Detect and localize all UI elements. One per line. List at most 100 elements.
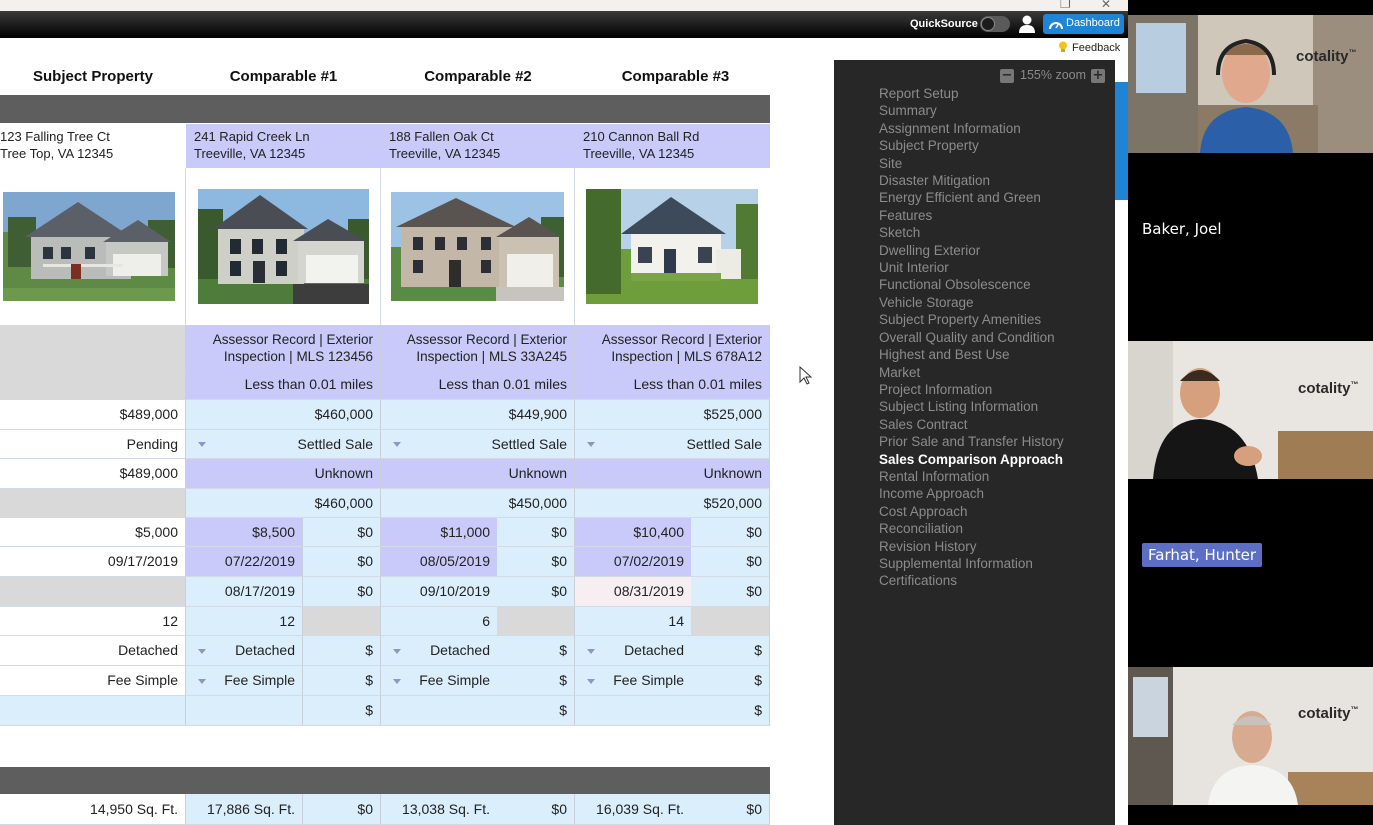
comp3-house-photo[interactable]	[586, 189, 758, 304]
feedback-link[interactable]: Feedback	[1058, 41, 1120, 54]
comp2-concessions[interactable]: $11,000	[381, 518, 498, 547]
nav-item-certifications[interactable]: Certifications	[879, 572, 1109, 589]
comp2-sale-date[interactable]: 09/10/2019	[381, 577, 498, 607]
restore-window-icon[interactable]: ❐	[1060, 0, 1071, 11]
comp1-sale-date-adjustment[interactable]: $0	[303, 577, 381, 607]
comp3-attachment-type[interactable]: Detached	[575, 636, 692, 666]
comp2-proximity[interactable]: Less than 0.01 miles	[381, 370, 575, 400]
nav-item-sales-contract[interactable]: Sales Contract	[879, 416, 1109, 433]
comp1-attachment-type-adjustment[interactable]: $	[303, 636, 381, 666]
participant-video-tile-1[interactable]	[1128, 15, 1373, 153]
comp2-data-source[interactable]: Assessor Record | Exterior Inspection | M…	[381, 325, 575, 370]
nav-item-overall-quality-and-condition[interactable]: Overall Quality and Condition	[879, 329, 1109, 346]
participant-video-tile-2[interactable]	[1128, 341, 1373, 479]
comp3-contract-date-adjustment[interactable]: $0	[691, 547, 770, 577]
comp1-contract-date[interactable]: 07/22/2019	[186, 547, 303, 577]
comp1-ownership-rights[interactable]: Fee Simple	[186, 666, 303, 696]
comp2-house-photo[interactable]	[391, 192, 564, 301]
nav-item-market[interactable]: Market	[879, 364, 1109, 381]
comp1-house-photo[interactable]	[198, 189, 369, 304]
nav-item-sales-comparison-approach[interactable]: Sales Comparison Approach	[879, 451, 1109, 468]
nav-item-site[interactable]: Site	[879, 155, 1109, 172]
comp3-sale-status[interactable]: Settled Sale	[575, 430, 770, 459]
comp2-list-price[interactable]: $449,900	[381, 400, 575, 430]
comp3-concessions[interactable]: $10,400	[575, 518, 692, 547]
comp1-contract-date-adjustment[interactable]: $0	[303, 547, 381, 577]
comp3-days-on-market[interactable]: 14	[575, 607, 692, 636]
comp3-address[interactable]: 210 Cannon Ball Rd Treeville, VA 12345	[575, 124, 770, 168]
comp3-sale-date[interactable]: 08/31/2019	[575, 577, 692, 607]
comp2-site-size[interactable]: 13,038 Sq. Ft.	[381, 794, 498, 825]
chevron-down-icon[interactable]	[198, 678, 206, 684]
nav-item-dwelling-exterior[interactable]: Dwelling Exterior	[879, 242, 1109, 259]
comp1-data-source[interactable]: Assessor Record | Exterior Inspection | M…	[186, 325, 381, 370]
comp2-attachment-type-adjustment[interactable]: $	[497, 636, 575, 666]
nav-item-assignment-information[interactable]: Assignment Information	[879, 120, 1109, 137]
comp3-concessions-adjustment[interactable]: $0	[691, 518, 770, 547]
comp1-days-on-market-adjustment[interactable]	[303, 607, 381, 636]
comp2-contract-date[interactable]: 08/05/2019	[381, 547, 498, 577]
comp2-sale-price[interactable]: $450,000	[381, 489, 575, 518]
comp1-concessions-adjustment[interactable]: $0	[303, 518, 381, 547]
comp1-ownership-rights-adjustment[interactable]: $	[303, 666, 381, 696]
nav-item-features[interactable]: Features	[879, 207, 1109, 224]
participant-video-tile-3[interactable]	[1128, 667, 1373, 805]
quicksource-toggle[interactable]	[980, 16, 1010, 32]
nav-item-highest-and-best-use[interactable]: Highest and Best Use	[879, 346, 1109, 363]
nav-item-functional-obsolescence[interactable]: Functional Obsolescence	[879, 276, 1109, 293]
comp3-site-size-adjustment[interactable]: $0	[691, 794, 770, 825]
comp2-concessions-adjustment[interactable]: $0	[497, 518, 575, 547]
comp2-site-size-adjustment[interactable]: $0	[497, 794, 575, 825]
nav-item-unit-interior[interactable]: Unit Interior	[879, 259, 1109, 276]
nav-item-sketch[interactable]: Sketch	[879, 224, 1109, 241]
chevron-down-icon[interactable]	[393, 442, 401, 447]
comp2-sale-date-adjustment[interactable]: $0	[497, 577, 575, 607]
comp1-sale-price[interactable]: $460,000	[186, 489, 381, 518]
comp1-sale-date[interactable]: 08/17/2019	[186, 577, 303, 607]
comp3-sale-price[interactable]: $520,000	[575, 489, 770, 518]
chevron-down-icon[interactable]	[198, 442, 206, 447]
nav-item-summary[interactable]: Summary	[879, 102, 1109, 119]
comp1-sale-status[interactable]: Settled Sale	[186, 430, 381, 459]
comp1-days-on-market[interactable]: 12	[186, 607, 303, 636]
chevron-down-icon[interactable]	[587, 648, 595, 654]
comp2-ownership-rights-adjustment[interactable]: $	[497, 666, 575, 696]
comp1-proximity[interactable]: Less than 0.01 miles	[186, 370, 381, 400]
comp3-other-feature[interactable]	[575, 696, 692, 726]
comp2-sale-status[interactable]: Settled Sale	[381, 430, 575, 459]
comp1-concessions[interactable]: $8,500	[186, 518, 303, 547]
chevron-down-icon[interactable]	[393, 648, 401, 654]
zoom-out-button[interactable]: −	[1000, 69, 1014, 83]
subject-house-photo[interactable]	[3, 192, 175, 301]
comp3-proximity[interactable]: Less than 0.01 miles	[575, 370, 770, 400]
comp3-contract-date[interactable]: 07/02/2019	[575, 547, 692, 577]
comp1-site-size-adjustment[interactable]: $0	[303, 794, 381, 825]
comp1-list-price[interactable]: $460,000	[186, 400, 381, 430]
nav-item-revision-history[interactable]: Revision History	[879, 538, 1109, 555]
comp3-days-on-market-adjustment[interactable]	[691, 607, 770, 636]
comp1-other-feature-adjustment[interactable]: $	[303, 696, 381, 726]
chevron-down-icon[interactable]	[587, 678, 595, 684]
comp3-ownership-rights-adjustment[interactable]: $	[691, 666, 770, 696]
comp1-address[interactable]: 241 Rapid Creek Ln Treeville, VA 12345	[186, 124, 381, 168]
comp1-site-size[interactable]: 17,886 Sq. Ft.	[186, 794, 303, 825]
nav-item-income-approach[interactable]: Income Approach	[879, 485, 1109, 502]
nav-item-cost-approach[interactable]: Cost Approach	[879, 503, 1109, 520]
nav-item-vehicle-storage[interactable]: Vehicle Storage	[879, 294, 1109, 311]
comp1-other-feature[interactable]	[186, 696, 303, 726]
nav-item-subject-property-amenities[interactable]: Subject Property Amenities	[879, 311, 1109, 328]
comp3-data-source[interactable]: Assessor Record | Exterior Inspection | M…	[575, 325, 770, 370]
comp2-contract-date-adjustment[interactable]: $0	[497, 547, 575, 577]
nav-item-subject-property[interactable]: Subject Property	[879, 137, 1109, 154]
comp3-list-price[interactable]: $525,000	[575, 400, 770, 430]
nav-item-prior-sale-and-transfer-history[interactable]: Prior Sale and Transfer History	[879, 433, 1109, 450]
comp3-ownership-rights[interactable]: Fee Simple	[575, 666, 692, 696]
comp2-address[interactable]: 188 Fallen Oak Ct Treeville, VA 12345	[381, 124, 575, 168]
comp2-other-feature-adjustment[interactable]: $	[497, 696, 575, 726]
nav-item-report-setup[interactable]: Report Setup	[879, 85, 1109, 102]
chevron-down-icon[interactable]	[198, 648, 206, 654]
nav-item-rental-information[interactable]: Rental Information	[879, 468, 1109, 485]
comp2-days-on-market-adjustment[interactable]	[497, 607, 575, 636]
comp2-ownership-rights[interactable]: Fee Simple	[381, 666, 498, 696]
comp3-other-feature-adjustment[interactable]: $	[691, 696, 770, 726]
